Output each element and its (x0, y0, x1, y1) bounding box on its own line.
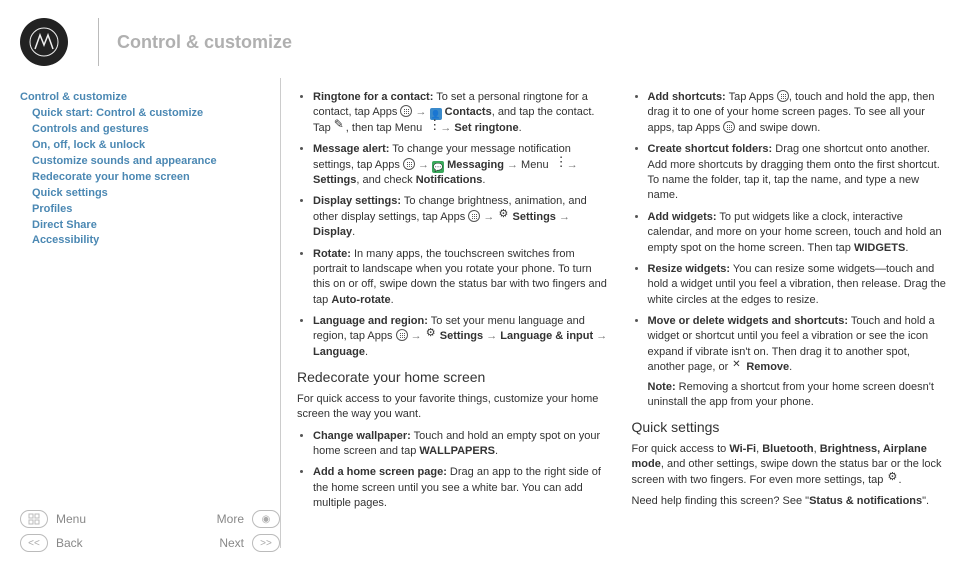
menu-icon (552, 158, 564, 170)
toc-link[interactable]: Customize sounds and appearance (20, 154, 280, 170)
heading-quick-settings: Quick settings (632, 418, 947, 438)
next-button[interactable]: >> (252, 534, 280, 552)
item-move-delete: Move or delete widgets and shortcuts: To… (648, 314, 947, 410)
toc-link[interactable]: Quick settings (20, 186, 280, 202)
pencil-icon (334, 121, 346, 133)
apps-icon (723, 121, 735, 133)
back-button[interactable]: << (20, 534, 48, 552)
menu-label[interactable]: Menu (56, 512, 146, 526)
messaging-icon: 💬 (432, 161, 444, 173)
heading-redecorate: Redecorate your home screen (297, 368, 612, 388)
p-redecorate-intro: For quick access to your favorite things… (297, 392, 612, 423)
toc-link[interactable]: Quick start: Control & customize (20, 106, 280, 122)
item-add-widgets: Add widgets: To put widgets like a clock… (648, 210, 947, 256)
item-ringtone-contact: Ringtone for a contact: To set a persona… (313, 90, 612, 136)
item-display-settings: Display settings: To change brightness, … (313, 194, 612, 240)
toc-link[interactable]: Direct Share (20, 218, 280, 234)
menu-button[interactable] (20, 510, 48, 528)
item-rotate: Rotate: In many apps, the touchscreen sw… (313, 247, 612, 309)
menu-icon (425, 121, 437, 133)
apps-icon (400, 105, 412, 117)
p-quick-settings: For quick access to Wi-Fi, Bluetooth, Br… (632, 442, 947, 488)
item-message-alert: Message alert: To change your message no… (313, 142, 612, 188)
apps-icon (396, 329, 408, 341)
item-change-wallpaper: Change wallpaper: Touch and hold an empt… (313, 429, 612, 460)
apps-icon (468, 210, 480, 222)
next-label[interactable]: Next (154, 536, 244, 550)
brand-logo (20, 18, 68, 66)
gear-icon (886, 473, 898, 485)
p-need-help: Need help finding this screen? See "Stat… (632, 494, 947, 509)
item-create-folders: Create shortcut folders: Drag one shortc… (648, 142, 947, 204)
close-icon (731, 360, 743, 372)
footer-nav: Menu More ◉ << Back Next >> (20, 510, 280, 558)
header-divider (98, 18, 99, 66)
gear-icon (497, 210, 509, 222)
toc-link[interactable]: On, off, lock & unlock (20, 138, 280, 154)
toc-link[interactable]: Profiles (20, 202, 280, 218)
toc-link[interactable]: Control & customize (20, 90, 280, 106)
item-add-shortcuts: Add shortcuts: Tap Apps , touch and hold… (648, 90, 947, 136)
apps-icon (777, 90, 789, 102)
table-of-contents: Control & customizeQuick start: Control … (20, 90, 280, 249)
back-label[interactable]: Back (56, 536, 146, 550)
apps-icon (403, 158, 415, 170)
toc-link[interactable]: Accessibility (20, 233, 280, 249)
item-language-region: Language and region: To set your menu la… (313, 314, 612, 360)
more-button[interactable]: ◉ (252, 510, 280, 528)
gear-icon (425, 329, 437, 341)
item-add-home-page: Add a home screen page: Drag an app to t… (313, 465, 612, 511)
toc-link[interactable]: Controls and gestures (20, 122, 280, 138)
main-content: Ringtone for a contact: To set a persona… (280, 78, 954, 548)
toc-link[interactable]: Redecorate your home screen (20, 170, 280, 186)
motorola-icon (29, 27, 59, 57)
page-title: Control & customize (117, 32, 292, 53)
more-label[interactable]: More (154, 512, 244, 526)
item-resize-widgets: Resize widgets: You can resize some widg… (648, 262, 947, 308)
